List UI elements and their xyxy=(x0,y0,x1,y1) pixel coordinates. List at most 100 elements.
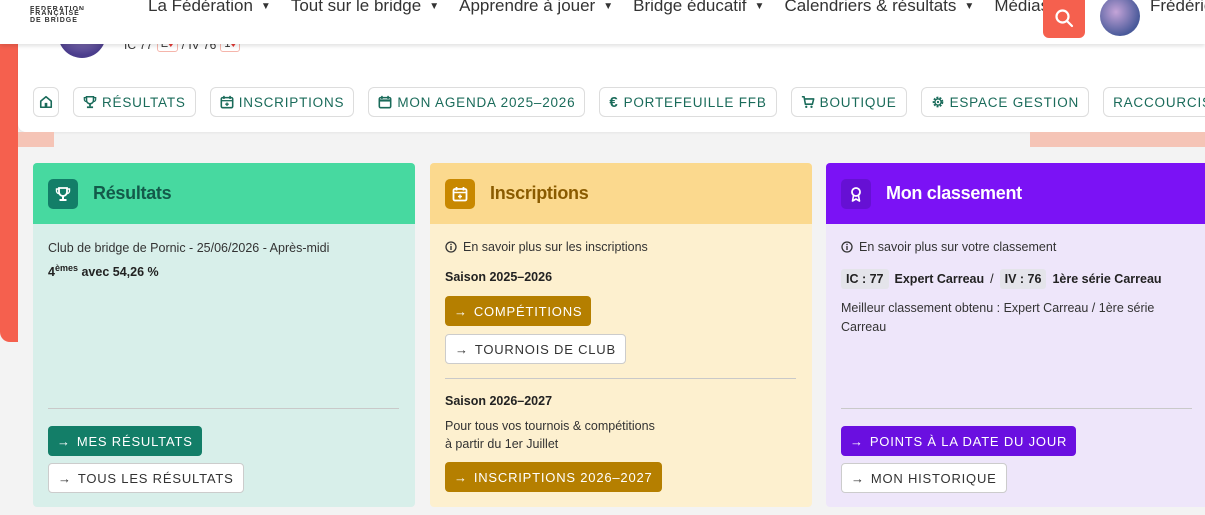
main-navbar: FÉDÉRATION FRANÇAISE DE BRIDGE La Fédéra… xyxy=(0,0,1205,44)
points-date-du-jour-button[interactable]: → POINTS À LA DATE DU JOUR xyxy=(841,426,1077,456)
ranking-divider xyxy=(841,408,1192,409)
nav-item-apprendre[interactable]: Apprendre à jouer ▼ xyxy=(459,0,613,16)
nav-item-educatif[interactable]: Bridge éducatif ▼ xyxy=(633,0,764,16)
ranking-summary: IC : 77 Expert Carreau / IV : 76 1ère sé… xyxy=(841,269,1190,289)
calendar-plus-icon xyxy=(445,178,475,209)
inscriptions-2026-label: INSCRIPTIONS 2026–2027 xyxy=(473,469,653,485)
registrations-info-label: En savoir plus sur les inscriptions xyxy=(463,240,648,254)
arrow-right-icon: → xyxy=(454,303,468,319)
results-rank: 4èmes avec 54,26 % xyxy=(48,263,400,279)
points-date-du-jour-label: POINTS À LA DATE DU JOUR xyxy=(869,433,1068,449)
best-ranking-line1: Meilleur classement obtenu : Expert Carr… xyxy=(841,301,1155,315)
calendar-plus-icon xyxy=(220,95,234,109)
ffb-logo[interactable]: FÉDÉRATION FRANÇAISE DE BRIDGE xyxy=(30,6,85,24)
shortcut-inscriptions[interactable]: INSCRIPTIONS xyxy=(209,87,355,117)
arrow-right-icon: → xyxy=(455,341,469,357)
registrations-divider xyxy=(445,378,796,379)
tous-les-resultats-button[interactable]: → TOUS LES RÉSULTATS xyxy=(48,463,244,493)
rank-number: 4 xyxy=(48,265,55,280)
logo-line-2: FRANÇAISE xyxy=(30,10,80,17)
results-card: Résultats Club de bridge de Pornic - 25/… xyxy=(33,163,415,507)
season-2026-text-line1: Pour tous vos tournois & compétitions xyxy=(445,419,655,433)
shortcut-agenda-label: MON AGENDA 2025–2026 xyxy=(397,94,576,110)
tournois-de-club-label: TOURNOIS DE CLUB xyxy=(474,341,616,357)
ic-chip: IC : 77 xyxy=(841,269,889,289)
ranking-card-header: Mon classement xyxy=(826,163,1205,224)
season-2026-text-line2: à partir du 1er Juillet xyxy=(445,437,559,451)
calendar-icon xyxy=(378,95,392,109)
chevron-down-icon: ▼ xyxy=(964,0,975,12)
nav-item-bridge[interactable]: Tout sur le bridge ▼ xyxy=(291,0,439,16)
nav-item-calendriers[interactable]: Calendriers & résultats ▼ xyxy=(784,0,974,16)
ranking-info-link[interactable]: En savoir plus sur votre classement xyxy=(841,240,1190,254)
cart-icon xyxy=(801,95,815,108)
navbar-avatar[interactable] xyxy=(1100,0,1140,36)
home-button[interactable] xyxy=(33,87,59,117)
shortcut-agenda[interactable]: MON AGENDA 2025–2026 xyxy=(368,87,586,117)
rank-rest: avec 54,26 % xyxy=(81,265,159,280)
ranking-separator: / xyxy=(990,272,994,286)
trophy-icon xyxy=(48,178,78,209)
decorative-strip-right xyxy=(1030,132,1205,147)
chevron-down-icon: ▼ xyxy=(603,0,614,12)
euro-icon: € xyxy=(609,93,619,111)
shortcut-raccourcis[interactable]: RACCOURCIS 2 xyxy=(1103,87,1205,117)
ribbon-icon xyxy=(841,178,871,209)
mes-resultats-button[interactable]: → MES RÉSULTATS xyxy=(48,426,202,456)
nav-item-label: Médias xyxy=(994,0,1050,15)
chevron-down-icon: ▼ xyxy=(429,0,440,12)
arrow-right-icon: → xyxy=(850,433,864,449)
trophy-icon xyxy=(83,95,97,109)
search-icon xyxy=(1055,9,1074,28)
shortcut-espace-gestion-label: ESPACE GESTION xyxy=(949,94,1080,110)
results-divider xyxy=(48,408,399,409)
page: IC 77 E♦ / IV 76 1♦ RÉSULTATS INSCRIPTIO… xyxy=(0,0,1205,515)
decorative-strip-left xyxy=(18,132,54,147)
info-icon xyxy=(445,241,457,253)
mon-historique-button[interactable]: → MON HISTORIQUE xyxy=(841,463,1007,493)
nav-item-label: Bridge éducatif xyxy=(633,0,747,15)
shortcut-resultats[interactable]: RÉSULTATS xyxy=(73,87,196,117)
chevron-down-icon: ▼ xyxy=(260,0,271,12)
shortcut-boutique-label: BOUTIQUE xyxy=(819,94,897,110)
mon-historique-label: MON HISTORIQUE xyxy=(870,470,997,486)
nav-item-label: Calendriers & résultats xyxy=(784,0,957,15)
shortcut-inscriptions-label: INSCRIPTIONS xyxy=(238,94,345,110)
iv-chip: IV : 76 xyxy=(999,269,1047,289)
nav-item-federation[interactable]: La Fédération ▼ xyxy=(148,0,271,16)
chevron-down-icon: ▼ xyxy=(754,0,765,12)
ranking-info-label: En savoir plus sur votre classement xyxy=(859,240,1057,254)
iv-class-label: 1ère série Carreau xyxy=(1052,272,1162,286)
tournois-de-club-button[interactable]: → TOURNOIS DE CLUB xyxy=(445,334,626,364)
mes-resultats-label: MES RÉSULTATS xyxy=(76,433,193,449)
shortcut-espace-gestion[interactable]: ESPACE GESTION xyxy=(920,87,1090,117)
results-card-header: Résultats xyxy=(33,163,415,224)
navbar-user-name[interactable]: Frédéric xyxy=(1150,0,1205,16)
best-ranking-line2: Carreau xyxy=(841,320,887,334)
shortcut-raccourcis-label: RACCOURCIS xyxy=(1113,94,1205,110)
shortcut-boutique[interactable]: BOUTIQUE xyxy=(790,87,907,117)
nav-item-label: Tout sur le bridge xyxy=(290,0,422,15)
shortcut-portefeuille[interactable]: € PORTEFEUILLE FFB xyxy=(599,87,777,117)
shortcut-resultats-label: RÉSULTATS xyxy=(102,94,186,110)
logo-line-3: DE BRIDGE xyxy=(30,17,78,24)
results-card-body: Club de bridge de Pornic - 25/06/2026 - … xyxy=(33,224,415,507)
results-card-title: Résultats xyxy=(93,183,172,203)
registrations-card: Inscriptions En savoir plus sur les insc… xyxy=(430,163,812,507)
competitions-label: COMPÉTITIONS xyxy=(473,303,583,319)
registrations-info-link[interactable]: En savoir plus sur les inscriptions xyxy=(445,240,797,254)
search-button[interactable] xyxy=(1043,0,1085,38)
competitions-button[interactable]: → COMPÉTITIONS xyxy=(445,296,592,326)
best-ranking: Meilleur classement obtenu : Expert Carr… xyxy=(841,299,1190,337)
rank-suffix: èmes xyxy=(54,263,78,273)
ic-class-label: Expert Carreau xyxy=(894,272,985,286)
season-2026-text: Pour tous vos tournois & compétitions à … xyxy=(445,417,655,453)
arrow-right-icon: → xyxy=(454,469,468,485)
inscriptions-2026-button[interactable]: → INSCRIPTIONS 2026–2027 xyxy=(445,462,662,492)
ranking-card-body: En savoir plus sur votre classement IC :… xyxy=(826,224,1205,507)
nav-menu: La Fédération ▼ Tout sur le bridge ▼ Appre… xyxy=(148,0,1087,16)
season-2026-title: Saison 2026–2027 xyxy=(445,394,553,408)
registrations-card-body: En savoir plus sur les inscriptions Sais… xyxy=(430,224,812,507)
arrow-right-icon: → xyxy=(58,470,72,486)
shortcut-bar: RÉSULTATS INSCRIPTIONS MON AGENDA 2025–2… xyxy=(33,87,1205,117)
